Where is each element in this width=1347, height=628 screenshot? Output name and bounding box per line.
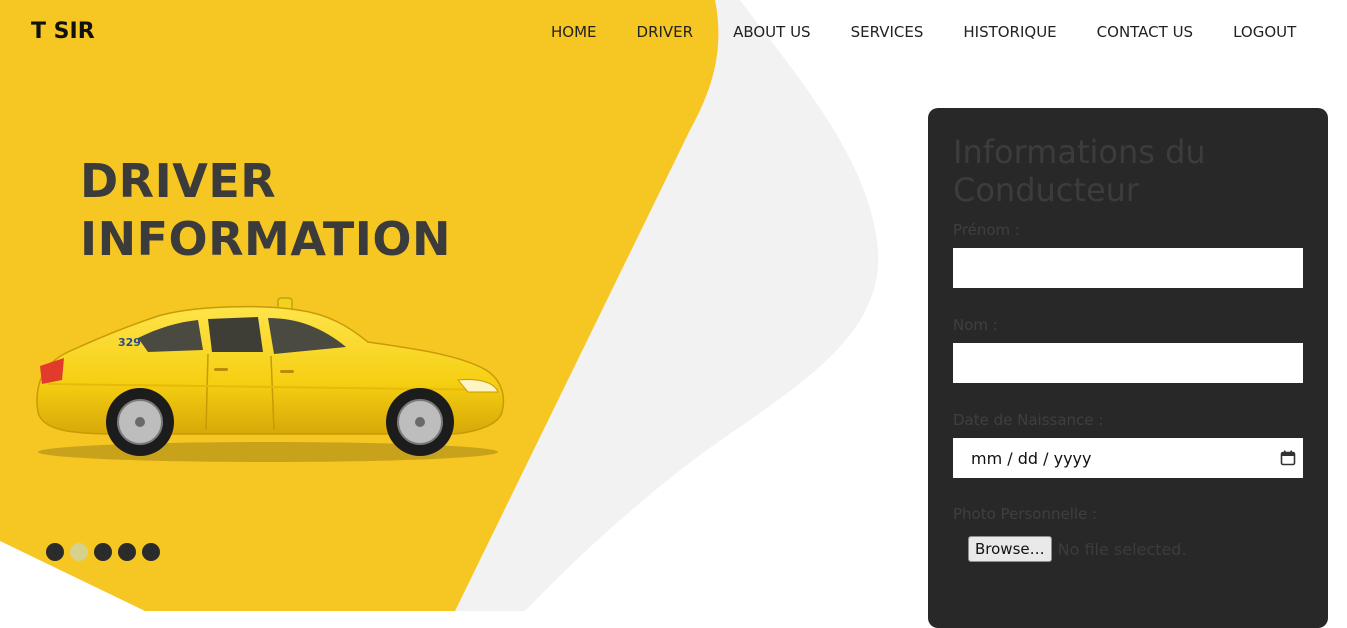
slider-dot-4[interactable]	[118, 543, 136, 561]
dob-date-input[interactable]: mm / dd / yyyy	[953, 438, 1303, 478]
nom-input[interactable]	[953, 343, 1303, 383]
prenom-input[interactable]	[953, 248, 1303, 288]
slider-dot-1[interactable]	[46, 543, 64, 561]
nav-home-link[interactable]: HOME	[551, 23, 597, 41]
prenom-label: Prénom :	[953, 221, 1020, 239]
brand-logo[interactable]: T SIR	[31, 19, 95, 44]
slider-dot-5[interactable]	[142, 543, 160, 561]
nav-historique-link[interactable]: HISTORIQUE	[963, 23, 1056, 41]
form-title: Informations du Conducteur	[953, 133, 1206, 209]
nav-logout-link[interactable]: LOGOUT	[1233, 23, 1296, 41]
browse-button[interactable]: Browse…	[968, 536, 1052, 562]
calendar-icon[interactable]	[1280, 450, 1296, 466]
slider-dots	[46, 543, 160, 561]
file-status-text: No file selected.	[1057, 539, 1187, 559]
slider-dot-3[interactable]	[94, 543, 112, 561]
nav-services-link[interactable]: SERVICES	[851, 23, 924, 41]
nav-driver-link[interactable]: DRIVER	[637, 23, 694, 41]
photo-label: Photo Personnelle :	[953, 505, 1098, 523]
photo-file-input: Browse… No file selected.	[968, 536, 1303, 562]
taxi-number-text: 329	[118, 336, 141, 349]
hero-title-line-2: INFORMATION	[80, 212, 451, 266]
dob-placeholder: mm / dd / yyyy	[971, 448, 1092, 468]
nav-contact-us-link[interactable]: CONTACT US	[1097, 23, 1193, 41]
dob-label: Date de Naissance :	[953, 411, 1104, 429]
nav-about-us-link[interactable]: ABOUT US	[733, 23, 811, 41]
top-navigation: HOME DRIVER ABOUT US SERVICES HISTORIQUE…	[551, 23, 1296, 41]
nom-label: Nom :	[953, 316, 998, 334]
driver-info-form: Informations du Conducteur Prénom : Nom …	[928, 108, 1328, 628]
hero-title: DRIVER INFORMATION	[80, 152, 451, 268]
slider-dot-2[interactable]	[70, 543, 88, 561]
taxi-car-image: 329	[36, 297, 505, 462]
hero-title-line-1: DRIVER	[80, 154, 277, 208]
